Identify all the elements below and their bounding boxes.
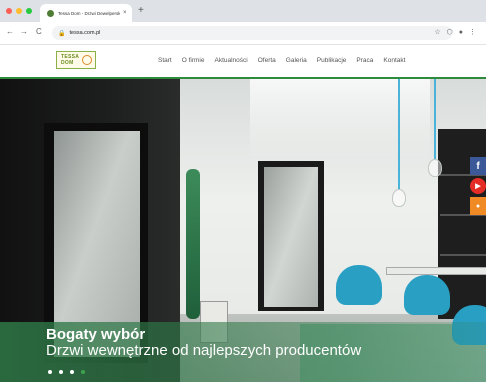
- browser-tab[interactable]: Tessa Dom - Drzwi Dewelperskie ×: [40, 4, 132, 22]
- window-controls: [6, 8, 32, 14]
- hero-title: Bogaty wybór: [46, 326, 146, 343]
- slider-dots: [48, 370, 85, 374]
- tab-close-icon[interactable]: ×: [123, 10, 127, 16]
- other-social-icon[interactable]: ●: [470, 197, 486, 215]
- extensions-icon[interactable]: ⬡: [447, 28, 453, 37]
- nav-galeria[interactable]: Galeria: [286, 57, 307, 64]
- nav-praca[interactable]: Praca: [356, 57, 373, 64]
- reload-button[interactable]: C: [36, 27, 42, 37]
- hero-lamp-bulb: [392, 189, 406, 207]
- main-nav: Start O firmie Aktualności Oferta Galeri…: [158, 57, 415, 64]
- address-bar[interactable]: 🔒 tessa.com.pl: [52, 26, 452, 40]
- back-button[interactable]: ←: [6, 27, 14, 37]
- profile-icon[interactable]: ●: [459, 28, 463, 37]
- social-links: f ▶ ●: [470, 157, 486, 215]
- slider-dot-2[interactable]: [59, 370, 63, 374]
- tab-strip: Tessa Dom - Drzwi Dewelperskie × +: [0, 0, 486, 22]
- nav-publikacje[interactable]: Publikacje: [317, 57, 347, 64]
- browser-toolbar: ← → C 🔒 tessa.com.pl ☆ ⬡ ● ⋮: [0, 22, 486, 45]
- hero-lamp-cord: [434, 79, 436, 159]
- menu-icon[interactable]: ⋮: [469, 28, 476, 37]
- favicon-icon: [47, 9, 54, 17]
- site-logo[interactable]: TESSA DOM: [56, 51, 96, 69]
- close-window-button[interactable]: [6, 8, 12, 14]
- hero-chair: [336, 265, 382, 305]
- toolbar-icons: ☆ ⬡ ● ⋮: [434, 28, 476, 37]
- url-text: tessa.com.pl: [69, 30, 101, 36]
- hero-desk: [386, 267, 486, 275]
- nav-aktualnosci[interactable]: Aktualności: [214, 57, 247, 64]
- star-icon[interactable]: ☆: [434, 28, 440, 37]
- slider-dot-1[interactable]: [48, 370, 52, 374]
- hero-chair: [404, 275, 450, 315]
- maximize-window-button[interactable]: [26, 8, 32, 14]
- lock-icon: 🔒: [58, 30, 66, 37]
- nav-o-firmie[interactable]: O firmie: [182, 57, 205, 64]
- hero-slider[interactable]: Bogaty wybór Drzwi wewnętrzne od najleps…: [0, 79, 486, 382]
- youtube-icon[interactable]: ▶: [470, 178, 486, 194]
- hero-lamp-bulb: [428, 159, 442, 177]
- tab-title: Tessa Dom - Drzwi Dewelperskie: [58, 10, 120, 16]
- facebook-icon[interactable]: f: [470, 157, 486, 175]
- hero-shelf-row: [440, 254, 486, 256]
- slider-dot-3[interactable]: [70, 370, 74, 374]
- hero-door-small-glass: [264, 167, 318, 307]
- hero-plant: [186, 169, 200, 319]
- minimize-window-button[interactable]: [16, 8, 22, 14]
- site-header: TESSA DOM Start O firmie Aktualności Ofe…: [0, 45, 486, 79]
- browser-window: Tessa Dom - Drzwi Dewelperskie × + ← → C…: [0, 0, 486, 382]
- hero-subtitle: Drzwi wewnętrzne od najlepszych producen…: [46, 342, 362, 359]
- nav-start[interactable]: Start: [158, 57, 172, 64]
- logo-mark-icon: [82, 55, 92, 65]
- new-tab-button[interactable]: +: [138, 5, 144, 17]
- forward-button[interactable]: →: [20, 27, 28, 37]
- hero-lamp-cord: [398, 79, 400, 189]
- nav-oferta[interactable]: Oferta: [258, 57, 276, 64]
- nav-kontakt[interactable]: Kontakt: [383, 57, 405, 64]
- slider-dot-4[interactable]: [81, 370, 85, 374]
- hero-window-light: [250, 79, 430, 159]
